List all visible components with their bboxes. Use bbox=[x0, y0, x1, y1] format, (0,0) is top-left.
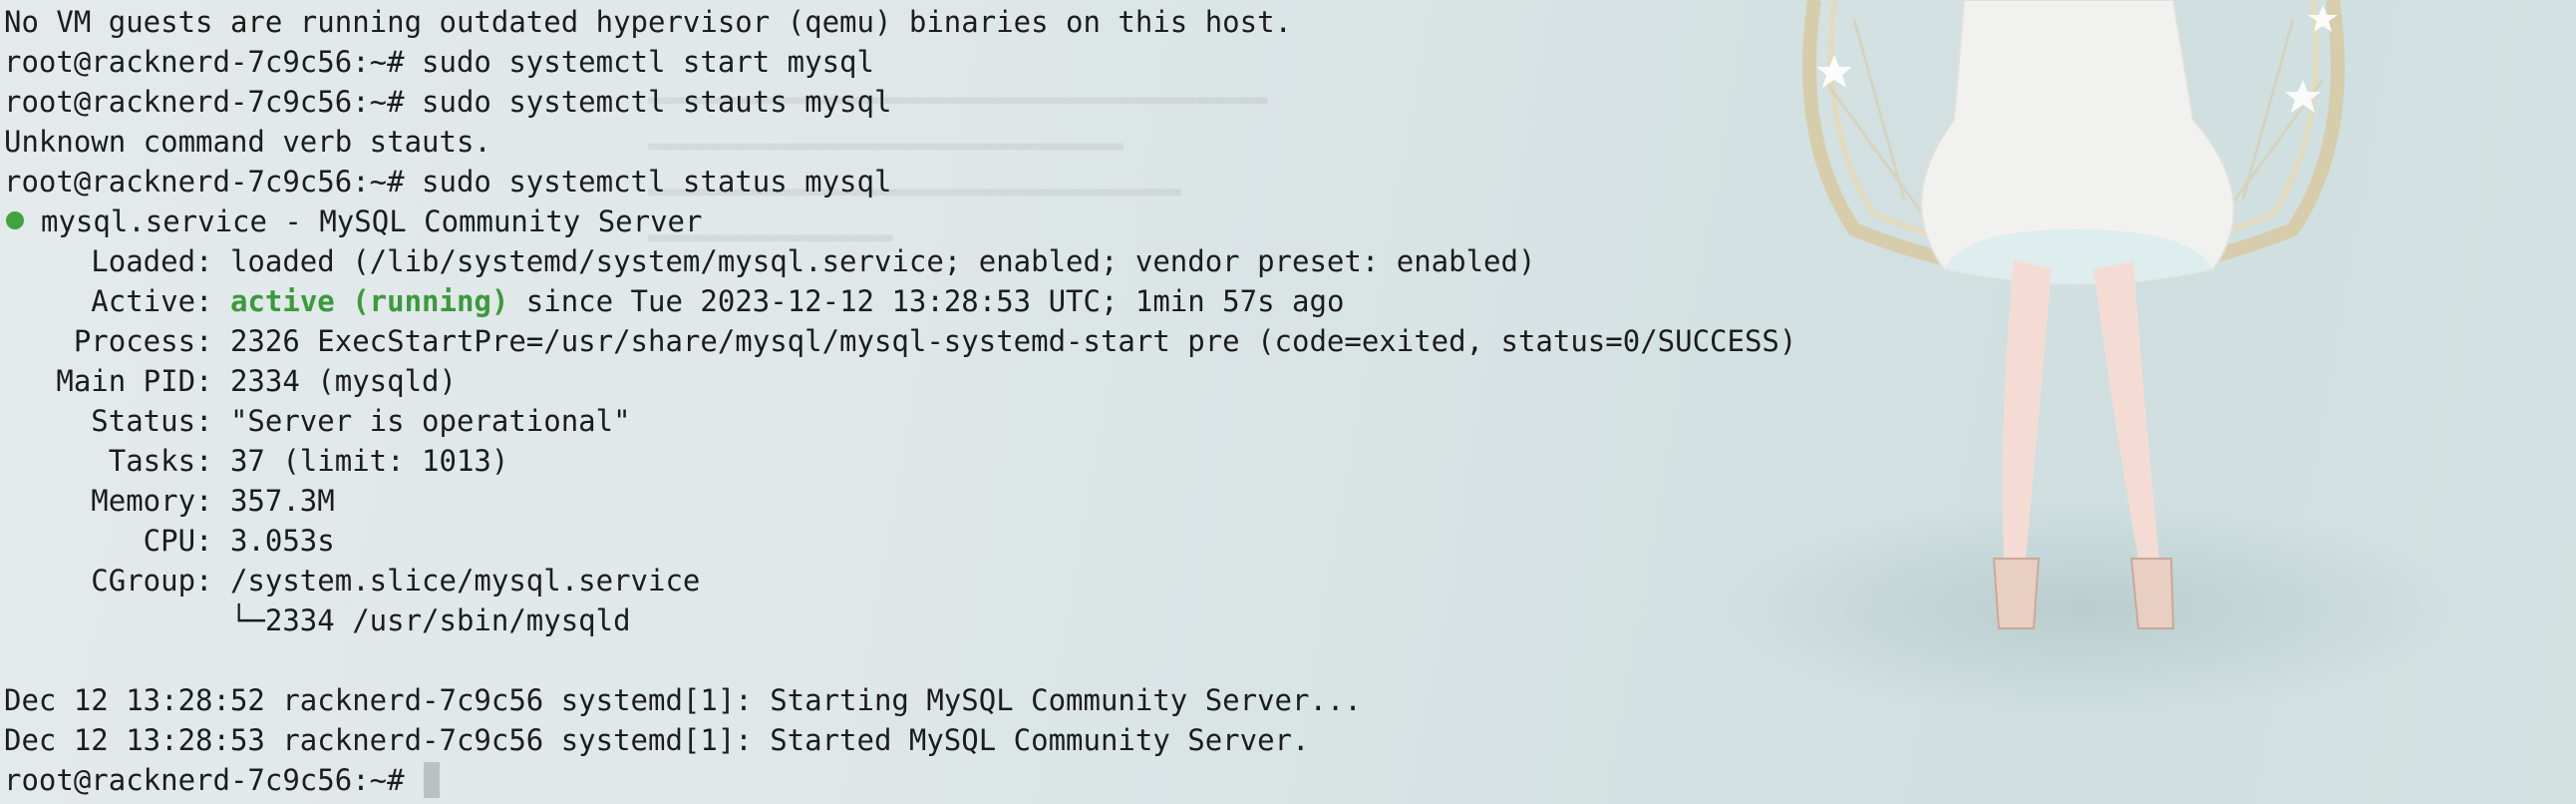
terminal-line: Dec 12 13:28:53 racknerd-7c9c56 systemd[… bbox=[4, 720, 2556, 760]
terminal-line: Status: "Server is operational" bbox=[4, 401, 2556, 441]
line-text: CPU: 3.053s bbox=[4, 524, 335, 558]
active-label: Active: bbox=[4, 284, 230, 318]
terminal-line: Unknown command verb stauts. bbox=[4, 122, 2556, 162]
terminal-line: Main PID: 2334 (mysqld) bbox=[4, 361, 2556, 401]
terminal-output[interactable]: No VM guests are running outdated hyperv… bbox=[4, 2, 2556, 800]
shell-prompt: root@racknerd-7c9c56:~# bbox=[4, 763, 423, 797]
shell-command: sudo systemctl start mysql bbox=[422, 45, 874, 79]
shell-command: sudo systemctl status mysql bbox=[422, 165, 892, 199]
shell-prompt: root@racknerd-7c9c56:~# bbox=[4, 165, 423, 199]
terminal-line: └─2334 /usr/sbin/mysqld bbox=[4, 601, 2556, 640]
terminal-line: root@racknerd-7c9c56:~# sudo systemctl s… bbox=[4, 82, 2556, 122]
line-text: Status: "Server is operational" bbox=[4, 404, 631, 438]
line-text: Tasks: 37 (limit: 1013) bbox=[4, 444, 509, 478]
log-line: Dec 12 13:28:53 racknerd-7c9c56 systemd[… bbox=[4, 723, 1310, 757]
active-status: active (running) bbox=[229, 284, 509, 318]
terminal-line: Active: active (running) since Tue 2023-… bbox=[4, 281, 2556, 321]
terminal-line: Memory: 357.3M bbox=[4, 481, 2556, 521]
line-text: └─2334 /usr/sbin/mysqld bbox=[4, 603, 631, 637]
log-line: Dec 12 13:28:52 racknerd-7c9c56 systemd[… bbox=[4, 683, 1362, 717]
terminal-line: Loaded: loaded (/lib/systemd/system/mysq… bbox=[4, 241, 2556, 281]
terminal-line: root@racknerd-7c9c56:~# bbox=[4, 760, 2556, 800]
shell-command: sudo systemctl stauts mysql bbox=[422, 85, 892, 119]
terminal-line: Tasks: 37 (limit: 1013) bbox=[4, 441, 2556, 481]
terminal-cursor-icon bbox=[424, 762, 441, 798]
line-text: Main PID: 2334 (mysqld) bbox=[4, 364, 457, 398]
terminal-line: CGroup: /system.slice/mysql.service bbox=[4, 561, 2556, 601]
terminal-line: CPU: 3.053s bbox=[4, 521, 2556, 561]
line-text: CGroup: /system.slice/mysql.service bbox=[4, 564, 701, 598]
shell-prompt: root@racknerd-7c9c56:~# bbox=[4, 45, 423, 79]
active-since: since Tue 2023-12-12 13:28:53 UTC; 1min … bbox=[508, 284, 1345, 318]
status-dot-icon bbox=[6, 211, 24, 229]
terminal-line: Dec 12 13:28:52 racknerd-7c9c56 systemd[… bbox=[4, 680, 2556, 720]
shell-prompt: root@racknerd-7c9c56:~# bbox=[4, 85, 423, 119]
terminal-line: No VM guests are running outdated hyperv… bbox=[4, 2, 2556, 42]
terminal-line: root@racknerd-7c9c56:~# sudo systemctl s… bbox=[4, 162, 2556, 201]
line-text: Memory: 357.3M bbox=[4, 484, 335, 518]
line-text: Unknown command verb stauts. bbox=[4, 125, 491, 159]
terminal-line: mysql.service - MySQL Community Server bbox=[4, 201, 2556, 241]
line-text: Process: 2326 ExecStartPre=/usr/share/my… bbox=[4, 324, 1797, 358]
terminal-line: root@racknerd-7c9c56:~# sudo systemctl s… bbox=[4, 42, 2556, 82]
service-title: mysql.service - MySQL Community Server bbox=[41, 204, 703, 238]
line-text: No VM guests are running outdated hyperv… bbox=[4, 5, 1293, 39]
line-text: Loaded: loaded (/lib/systemd/system/mysq… bbox=[4, 244, 1536, 278]
terminal-line: Process: 2326 ExecStartPre=/usr/share/my… bbox=[4, 321, 2556, 361]
